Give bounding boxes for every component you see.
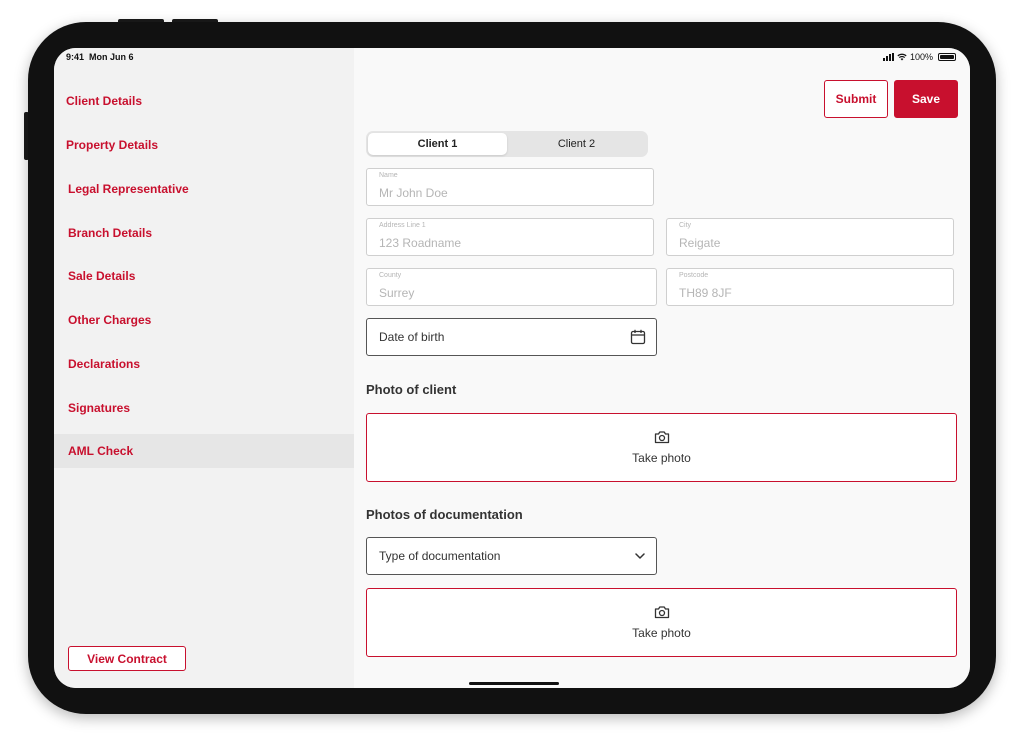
sidebar-item-client-details[interactable]: Client Details bbox=[54, 84, 354, 118]
city-input[interactable] bbox=[667, 219, 953, 255]
sidebar-item-declarations[interactable]: Declarations bbox=[54, 347, 354, 381]
status-time: 9:41 Mon Jun 6 bbox=[66, 52, 134, 62]
county-field: County bbox=[366, 268, 657, 306]
sidebar: Client Details Property Details Legal Re… bbox=[54, 48, 354, 688]
take-photo-client-button[interactable]: Take photo bbox=[366, 413, 957, 482]
sidebar-item-aml-check[interactable]: AML Check bbox=[54, 434, 354, 468]
county-input[interactable] bbox=[367, 269, 656, 305]
calendar-icon[interactable] bbox=[630, 329, 646, 345]
sidebar-item-branch-details[interactable]: Branch Details bbox=[54, 216, 354, 250]
save-button[interactable]: Save bbox=[894, 80, 958, 118]
sidebar-item-other-charges[interactable]: Other Charges bbox=[54, 303, 354, 337]
view-contract-button[interactable]: View Contract bbox=[68, 646, 186, 671]
tab-client-2[interactable]: Client 2 bbox=[507, 133, 646, 155]
sidebar-item-property-details[interactable]: Property Details bbox=[54, 128, 354, 162]
documentation-type-value: Type of documentation bbox=[379, 549, 501, 563]
chevron-down-icon bbox=[635, 553, 645, 559]
main-content: Submit Save Client 1 Client 2 Name Addre… bbox=[354, 48, 970, 688]
time-text: 9:41 bbox=[66, 52, 85, 62]
address-line-1-field: Address Line 1 bbox=[366, 218, 654, 256]
city-field: City bbox=[666, 218, 954, 256]
sidebar-item-sale-details[interactable]: Sale Details bbox=[54, 259, 354, 293]
postcode-field: Postcode bbox=[666, 268, 954, 306]
status-indicators: 100% bbox=[882, 52, 956, 62]
name-field: Name bbox=[366, 168, 654, 206]
submit-button[interactable]: Submit bbox=[824, 80, 888, 118]
take-photo-label: Take photo bbox=[632, 451, 691, 465]
take-photo-documentation-button[interactable]: Take photo bbox=[366, 588, 957, 657]
status-bar: 9:41 Mon Jun 6 100% bbox=[54, 48, 970, 68]
camera-icon bbox=[654, 606, 669, 619]
date-text: Mon Jun 6 bbox=[89, 52, 134, 62]
tablet-screen: 9:41 Mon Jun 6 100% Client Details Prope… bbox=[54, 48, 970, 688]
tab-client-1[interactable]: Client 1 bbox=[368, 133, 507, 155]
wifi-icon bbox=[897, 53, 907, 61]
battery-percent: 100% bbox=[909, 52, 933, 62]
signal-icon bbox=[882, 53, 894, 61]
sidebar-item-legal-representative[interactable]: Legal Representative bbox=[54, 172, 354, 206]
client-segmented-control: Client 1 Client 2 bbox=[366, 131, 648, 157]
documentation-type-select[interactable]: Type of documentation bbox=[366, 537, 657, 575]
date-of-birth-field[interactable]: Date of birth bbox=[366, 318, 657, 356]
photos-of-documentation-title: Photos of documentation bbox=[366, 507, 523, 522]
battery-icon bbox=[938, 53, 956, 61]
sidebar-item-signatures[interactable]: Signatures bbox=[54, 391, 354, 425]
photo-of-client-title: Photo of client bbox=[366, 382, 457, 397]
address-line-1-input[interactable] bbox=[367, 219, 653, 255]
name-input[interactable] bbox=[367, 169, 653, 205]
date-of-birth-placeholder: Date of birth bbox=[379, 330, 445, 344]
take-photo-label: Take photo bbox=[632, 626, 691, 640]
postcode-input[interactable] bbox=[667, 269, 953, 305]
home-indicator[interactable] bbox=[469, 682, 559, 685]
camera-icon bbox=[654, 431, 669, 444]
